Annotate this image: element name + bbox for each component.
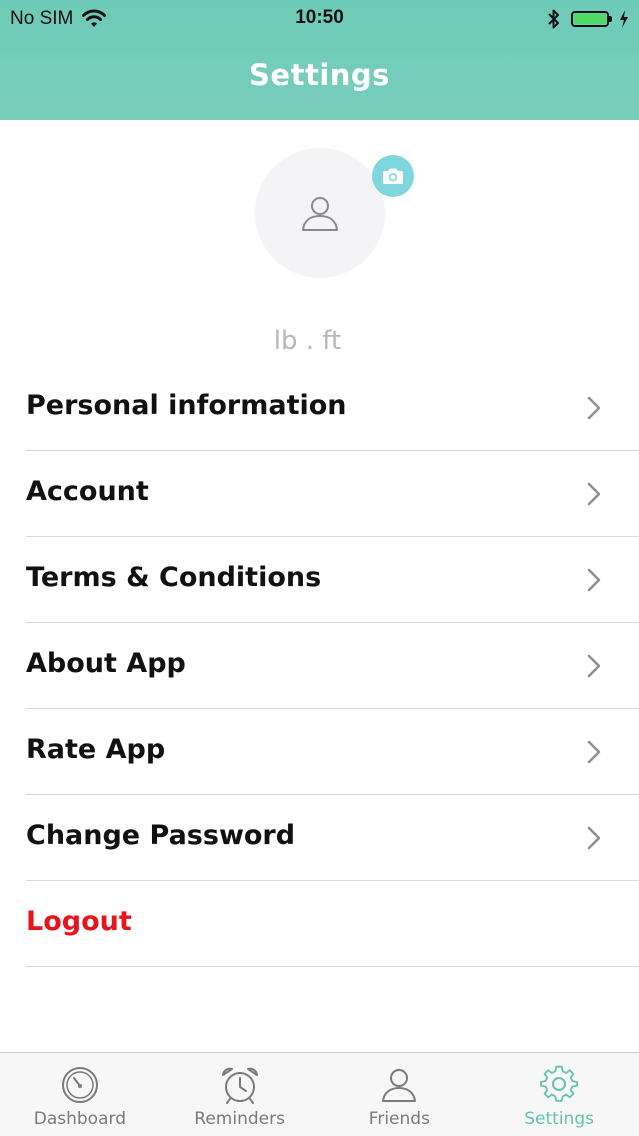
tab-settings[interactable]: Settings (479, 1053, 639, 1136)
menu-item-about-app[interactable]: About App (26, 623, 639, 709)
menu-item-label: Terms & Conditions (26, 562, 322, 593)
status-time: 10:50 (295, 7, 344, 28)
chevron-right-icon (587, 396, 601, 420)
menu-item-change-password[interactable]: Change Password (26, 795, 639, 881)
page-title: Settings (249, 58, 390, 92)
tab-reminders[interactable]: Reminders (160, 1053, 320, 1136)
menu-item-label: About App (26, 648, 186, 679)
battery-icon (571, 11, 612, 27)
tab-bar: Dashboard Reminders Friends Settings (0, 1052, 639, 1136)
header: No SIM 10:50 Settings (0, 0, 639, 120)
tab-friends[interactable]: Friends (320, 1053, 480, 1136)
charging-bolt-icon (620, 10, 628, 28)
change-photo-button[interactable] (372, 155, 414, 197)
status-bar: No SIM 10:50 (0, 0, 639, 38)
menu-item-label: Account (26, 476, 149, 507)
camera-icon (383, 168, 403, 184)
chevron-right-icon (587, 654, 601, 678)
chevron-right-icon (587, 568, 601, 592)
logout-label: Logout (26, 906, 132, 937)
alarm-clock-icon (221, 1067, 258, 1104)
logout-button[interactable]: Logout (26, 881, 639, 967)
tab-label: Reminders (194, 1109, 285, 1129)
status-right (547, 8, 629, 30)
chevron-right-icon (587, 482, 601, 506)
menu-item-label: Change Password (26, 820, 296, 851)
settings-screen: No SIM 10:50 Settings lb . ft Personal i… (0, 0, 639, 1136)
gear-icon (540, 1065, 579, 1102)
chevron-right-icon (587, 740, 601, 764)
tab-label: Settings (524, 1109, 594, 1129)
menu-item-personal-information[interactable]: Personal information (26, 365, 639, 451)
chevron-right-icon (587, 826, 601, 850)
tab-dashboard[interactable]: Dashboard (0, 1053, 160, 1136)
speedometer-icon (61, 1067, 98, 1103)
units-label: lb . ft (273, 326, 342, 356)
person-icon (382, 1069, 417, 1102)
menu-item-label: Rate App (26, 734, 166, 765)
menu-item-label: Personal information (26, 390, 347, 421)
menu-item-rate-app[interactable]: Rate App (26, 709, 639, 795)
avatar[interactable] (255, 148, 385, 278)
menu-item-terms-conditions[interactable]: Terms & Conditions (26, 537, 639, 623)
tab-label: Dashboard (33, 1109, 126, 1129)
battery-fill (574, 14, 606, 24)
battery-cap (609, 16, 612, 22)
menu-item-account[interactable]: Account (26, 451, 639, 537)
user-icon (302, 197, 338, 231)
bluetooth-icon (548, 9, 559, 29)
tab-label: Friends (368, 1109, 430, 1129)
settings-menu: Personal information Account Terms & Con… (0, 365, 639, 967)
